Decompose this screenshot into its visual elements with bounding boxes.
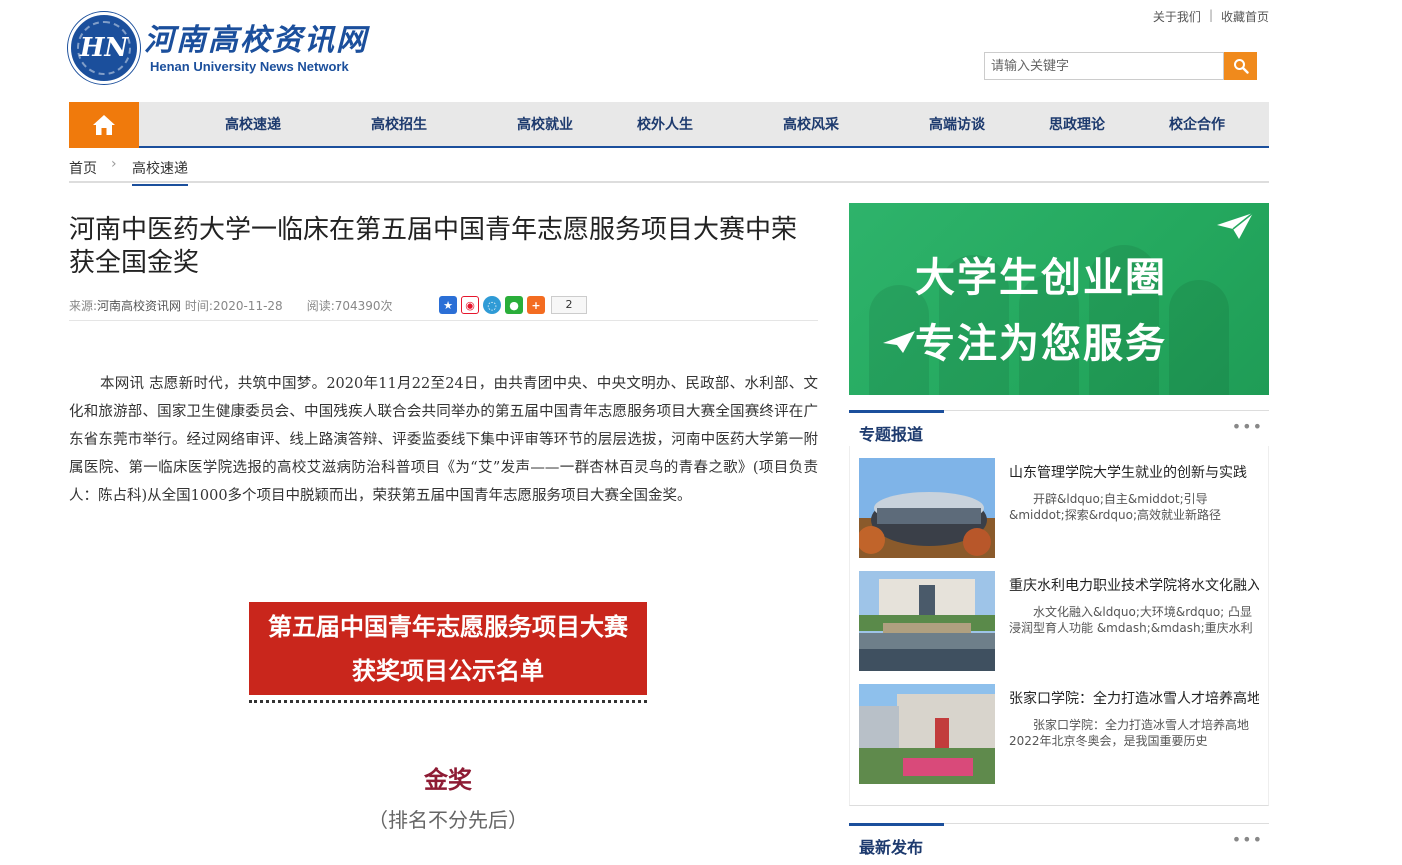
news-title[interactable]: 张家口学院：全力打造冰雪人才培养高地: [1009, 688, 1259, 708]
ad-subline: 专注为您服务: [915, 321, 1167, 367]
nav-item-cooperation[interactable]: 校企合作: [1169, 102, 1225, 148]
paper-plane-icon: [883, 331, 915, 353]
about-us-link[interactable]: 关于我们: [1153, 8, 1201, 25]
latest-title: 最新发布: [859, 838, 924, 857]
top-links: 关于我们 | 收藏首页: [1153, 8, 1269, 25]
search-input[interactable]: [984, 52, 1224, 80]
site-logo[interactable]: HN 河南高校资讯网 Henan University News Network: [68, 10, 368, 86]
award-banner-image: 第五届中国青年志愿服务项目大赛 获奖项目公示名单: [249, 602, 647, 695]
bookmark-link[interactable]: 收藏首页: [1221, 8, 1269, 25]
nav-home-button[interactable]: [69, 102, 139, 148]
news-thumbnail[interactable]: [859, 684, 995, 784]
banner-line1: 第五届中国青年志愿服务项目大赛: [268, 613, 628, 641]
gold-award-heading: 金奖: [424, 766, 472, 794]
ad-headline: 大学生创业圈: [915, 255, 1167, 301]
logo-emblem-icon: HN: [68, 12, 140, 84]
reads-count: 704390次: [334, 299, 393, 313]
news-summary: 张家口学院：全力打造冰雪人才培养高地 2022年北京冬奥会，是我国重要历史: [1009, 718, 1255, 748]
banner-line2: 获奖项目公示名单: [352, 657, 544, 685]
article-body: 本网讯 志愿新时代，共筑中国梦。2020年11月22至24日，由共青团中央、中央…: [69, 376, 818, 504]
wechat-share-icon[interactable]: ●: [505, 296, 523, 314]
news-title[interactable]: 山东管理学院大学生就业的创新与实践: [1009, 462, 1259, 482]
list-item[interactable]: 重庆水利电力职业技术学院将水文化融入 水文化融入&ldquo;大环境&rdquo…: [859, 571, 1259, 671]
source-value: 河南高校资讯网: [97, 299, 182, 313]
qzone-share-icon[interactable]: ★: [439, 296, 457, 314]
nav-item-interview[interactable]: 高端访谈: [929, 102, 985, 148]
special-reports-header: 专题报道 •••: [849, 410, 1269, 446]
article-title: 河南中医药大学一临床在第五届中国青年志愿服务项目大赛中荣获全国金奖: [69, 215, 798, 278]
more-share-icon[interactable]: +: [527, 296, 545, 314]
reads-label: 阅读:: [306, 299, 335, 313]
home-icon: [93, 115, 115, 135]
meta-divider: [69, 320, 818, 321]
news-thumbnail[interactable]: [859, 571, 995, 671]
nav-item-theory[interactable]: 思政理论: [1049, 102, 1105, 148]
news-summary: 水文化融入&ldquo;大环境&rdquo; 凸显浸润型育人功能 &mdash;…: [1009, 605, 1253, 635]
logo-english-name: Henan University News Network: [150, 58, 349, 74]
banner-dotted-divider: [249, 700, 647, 703]
main-nav: 高校速递 高校招生 高校就业 校外人生 高校风采 高端访谈 思政理论 校企合作: [69, 102, 1269, 148]
news-summary: 开辟&ldquo;自主&middot;引导&middot;探索&rdquo;高效…: [1009, 492, 1222, 522]
news-title[interactable]: 重庆水利电力职业技术学院将水文化融入: [1009, 575, 1259, 595]
breadcrumb-home[interactable]: 首页: [69, 158, 97, 178]
search-icon: [1233, 59, 1249, 74]
gold-award-note: （排名不分先后）: [368, 808, 528, 832]
nav-item-style[interactable]: 高校风采: [783, 102, 839, 148]
news-thumbnail[interactable]: [859, 458, 995, 558]
list-item[interactable]: 山东管理学院大学生就业的创新与实践 开辟&ldquo;自主&middot;引导&…: [859, 458, 1259, 558]
article-meta: 来源: 河南高校资讯网 时间: 2020-11-28 阅读: 704390次: [69, 297, 393, 314]
list-item[interactable]: 张家口学院：全力打造冰雪人才培养高地 张家口学院：全力打造冰雪人才培养高地 20…: [859, 684, 1259, 784]
more-icon[interactable]: •••: [1232, 417, 1263, 436]
startup-ad-banner[interactable]: 大学生创业圈 专注为您服务: [849, 203, 1269, 395]
nav-item-express[interactable]: 高校速递: [225, 102, 281, 148]
logo-chinese-name: 河南高校资讯网: [144, 22, 368, 58]
special-reports-title: 专题报道: [859, 425, 924, 444]
search-button[interactable]: [1224, 52, 1257, 80]
tencent-share-icon[interactable]: ◌: [483, 296, 501, 314]
search-bar: [984, 52, 1257, 80]
breadcrumb: 首页 › 高校速递: [69, 150, 1269, 186]
time-label: 时间:: [184, 299, 213, 313]
nav-item-admission[interactable]: 高校招生: [371, 102, 427, 148]
latest-header: 最新发布 •••: [849, 823, 1269, 859]
publish-date: 2020-11-28: [212, 298, 283, 313]
share-count: 2: [551, 296, 587, 314]
paper-plane-icon: [1217, 212, 1254, 239]
weibo-share-icon[interactable]: ◉: [461, 296, 479, 314]
more-icon[interactable]: •••: [1232, 830, 1263, 849]
nav-item-employment[interactable]: 高校就业: [517, 102, 573, 148]
link-separator: |: [1208, 8, 1213, 22]
share-bar: ★ ◉ ◌ ● + 2: [439, 296, 587, 314]
chevron-right-icon: ›: [111, 156, 117, 172]
breadcrumb-current[interactable]: 高校速递: [132, 158, 188, 186]
nav-item-campus-life[interactable]: 校外人生: [637, 102, 693, 148]
source-label: 来源:: [69, 299, 98, 313]
